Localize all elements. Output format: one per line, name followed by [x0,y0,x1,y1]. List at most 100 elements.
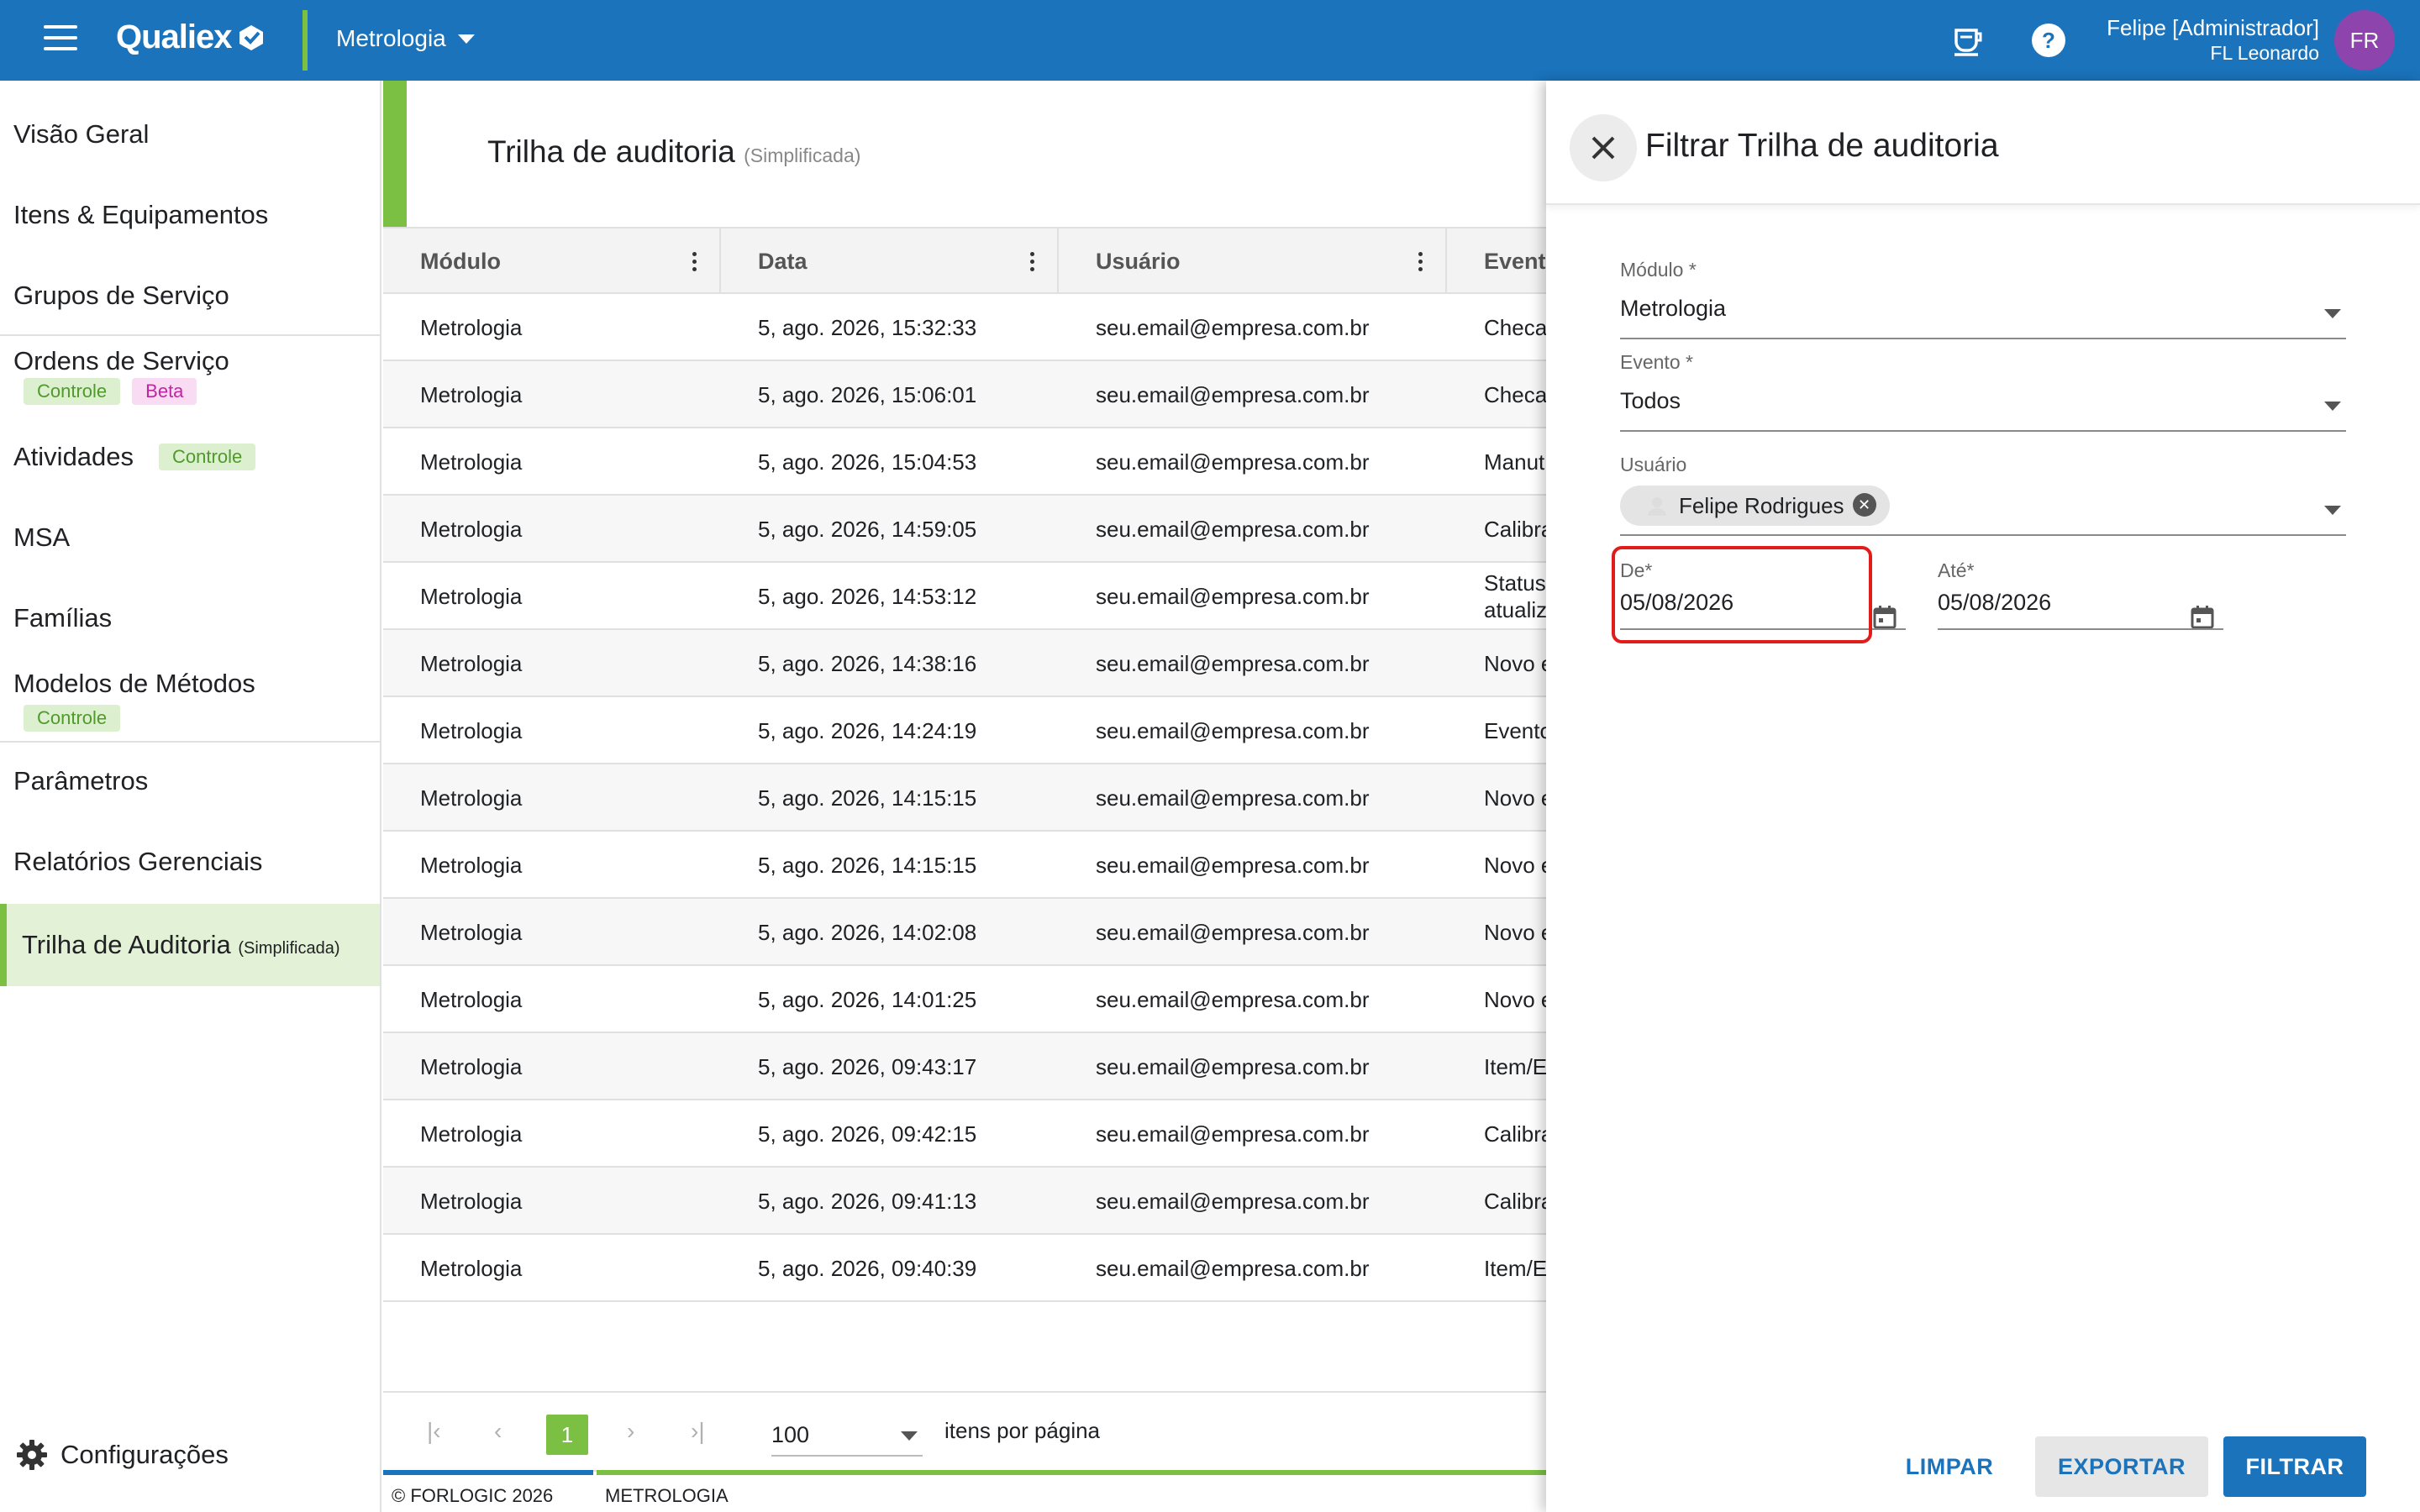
usuario-select[interactable]: Usuário Felipe Rodrigues ✕ [1620,454,2346,536]
sidebar-item-relatorios[interactable]: Relatórios Gerenciais [0,847,380,877]
filter-drawer-title: Filtrar Trilha de auditoria [1645,128,1999,164]
column-menu-icon[interactable] [1418,252,1423,272]
page-title-text: Trilha de auditoria [487,134,735,169]
cell-data: 5, ago. 2026, 09:41:13 [758,1189,977,1214]
badge-beta: Beta [132,378,197,405]
cell-usuario: seu.email@empresa.com.br [1096,382,1370,407]
help-icon[interactable]: ? [2030,22,2067,59]
table-row[interactable]: Metrologia 5, ago. 2026, 15:32:33 seu.emai… [383,294,1546,361]
last-page-icon[interactable]: ›| [691,1418,705,1445]
table-row[interactable]: Metrologia 5, ago. 2026, 14:59:05 seu.emai… [383,496,1546,563]
settings-link[interactable]: Configurações [15,1438,229,1472]
cell-data: 5, ago. 2026, 09:42:15 [758,1121,977,1147]
sidebar-item-trilha-auditoria[interactable]: Trilha de Auditoria (Simplificada) [0,904,380,986]
user-chip[interactable]: Felipe Rodrigues ✕ [1620,486,1890,526]
cell-evento: Calibra [1484,1121,1546,1147]
table-row[interactable]: Metrologia 5, ago. 2026, 09:43:17 seu.emai… [383,1033,1546,1100]
evento-select[interactable]: Evento * Todos [1620,351,2346,432]
chip-remove-icon[interactable]: ✕ [1852,493,1876,517]
column-header-label: Data [758,249,808,274]
sidebar-item-itens-equipamentos[interactable]: Itens & Equipamentos [0,200,380,230]
close-icon [1591,136,1615,160]
calendar-icon[interactable] [1872,605,1897,630]
sidebar-divider [0,741,380,743]
cell-modulo: Metrologia [420,382,523,407]
page-subtitle: (Simplificada) [744,144,861,166]
sidebar-item-suffix: (Simplificada) [238,939,340,958]
svg-text:?: ? [2042,28,2055,53]
filter-button[interactable]: FILTRAR [2223,1436,2366,1497]
column-header-data[interactable]: Data [721,228,1059,294]
sidebar-item-msa[interactable]: MSA [0,522,380,553]
table-row[interactable]: Metrologia 5, ago. 2026, 14:24:19 seu.emai… [383,697,1546,764]
table-row[interactable]: Metrologia 5, ago. 2026, 15:06:01 seu.emai… [383,361,1546,428]
page-number-current[interactable]: 1 [546,1415,588,1455]
cell-usuario: seu.email@empresa.com.br [1096,853,1370,878]
cell-evento-line2: atualiz [1484,597,1546,622]
export-button[interactable]: EXPORTAR [2035,1436,2208,1497]
user-info[interactable]: Felipe [Administrador] FL Leonardo [2107,15,2319,66]
table-row[interactable]: Metrologia 5, ago. 2026, 14:02:08 seu.emai… [383,899,1546,966]
table-row[interactable]: Metrologia 5, ago. 2026, 14:15:15 seu.emai… [383,832,1546,899]
table-row[interactable]: Metrologia 5, ago. 2026, 14:01:25 seu.emai… [383,966,1546,1033]
cell-data: 5, ago. 2026, 14:53:12 [758,584,977,609]
menu-icon[interactable] [44,25,77,55]
chevron-down-icon [2324,309,2341,318]
cell-modulo: Metrologia [420,449,523,475]
sidebar-item-atividades[interactable]: Atividades Controle [0,442,380,472]
avatar[interactable]: FR [2334,10,2395,71]
person-icon [1648,497,1666,516]
first-page-icon[interactable]: |‹ [427,1418,441,1445]
page-title: Trilha de auditoria (Simplificada) [487,134,860,170]
chevron-down-icon [901,1431,918,1441]
modulo-select[interactable]: Módulo * Metrologia [1620,259,2346,339]
cell-modulo: Metrologia [420,1256,523,1281]
column-menu-icon[interactable] [692,252,697,272]
sidebar-item-parametros[interactable]: Parâmetros [0,766,380,796]
table-row[interactable]: Metrologia 5, ago. 2026, 09:42:15 seu.emai… [383,1100,1546,1168]
user-name: Felipe [Administrador] [2107,15,2319,40]
clear-button[interactable]: LIMPAR [1891,1436,2008,1497]
column-menu-icon[interactable] [1030,252,1035,272]
column-header-modulo[interactable]: Módulo [383,228,721,294]
app-logo[interactable]: Qualiex [116,18,266,56]
table-row[interactable]: Metrologia 5, ago. 2026, 14:38:16 seu.emai… [383,630,1546,697]
cell-modulo: Metrologia [420,1121,523,1147]
cell-usuario: seu.email@empresa.com.br [1096,584,1370,609]
sidebar-item-grupos-servico[interactable]: Grupos de Serviço [0,281,380,311]
sidebar-divider [0,334,380,336]
badge-controle: Controle [24,378,121,405]
date-to-field[interactable]: Até* 05/08/2026 [1938,559,2223,630]
items-per-page-select[interactable]: 100 [771,1415,923,1457]
prev-page-icon[interactable]: ‹ [494,1418,502,1445]
sidebar-item-familias[interactable]: Famílias [0,603,380,633]
module-selector[interactable]: Metrologia [336,25,475,52]
cell-data: 5, ago. 2026, 14:15:15 [758,853,977,878]
table-row[interactable]: Metrologia 5, ago. 2026, 09:41:13 seu.emai… [383,1168,1546,1235]
cell-data: 5, ago. 2026, 14:02:08 [758,920,977,945]
table-row[interactable]: Metrologia 5, ago. 2026, 15:04:53 seu.emai… [383,428,1546,496]
close-button[interactable] [1570,114,1637,181]
sidebar-item-visao-geral[interactable]: Visão Geral [0,119,380,150]
sidebar-item-modelos-metodos[interactable]: Modelos de Métodos Controle [0,669,380,732]
cell-evento: Item/E [1484,1256,1546,1281]
column-header-usuario[interactable]: Usuário [1059,228,1447,294]
cell-data: 5, ago. 2026, 15:32:33 [758,315,977,340]
cell-usuario: seu.email@empresa.com.br [1096,1121,1370,1147]
sidebar-item-ordens-servico[interactable]: Ordens de Serviço Controle Beta [0,346,380,405]
items-per-page-label: itens por página [944,1418,1101,1443]
table-row[interactable]: Metrologia 5, ago. 2026, 14:53:12 seu.emai… [383,563,1546,630]
cell-data: 5, ago. 2026, 14:59:05 [758,517,977,542]
filter-drawer: Filtrar Trilha de auditoria Módulo * Met… [1546,81,2420,1512]
next-page-icon[interactable]: › [627,1418,634,1445]
table-row[interactable]: Metrologia 5, ago. 2026, 14:15:15 seu.emai… [383,764,1546,832]
cell-usuario: seu.email@empresa.com.br [1096,1189,1370,1214]
coffee-cup-icon[interactable] [1949,22,1986,59]
date-to-value: 05/08/2026 [1938,590,2052,615]
sidebar-item-label: Itens & Equipamentos [13,200,269,229]
calendar-icon[interactable] [2190,605,2215,630]
evento-label: Evento * [1620,351,1693,373]
paginator: |‹ ‹ 1 › ›| 100 itens por página [383,1391,1546,1472]
table-row[interactable]: Metrologia 5, ago. 2026, 09:40:39 seu.emai… [383,1235,1546,1302]
gear-icon [17,1440,47,1470]
